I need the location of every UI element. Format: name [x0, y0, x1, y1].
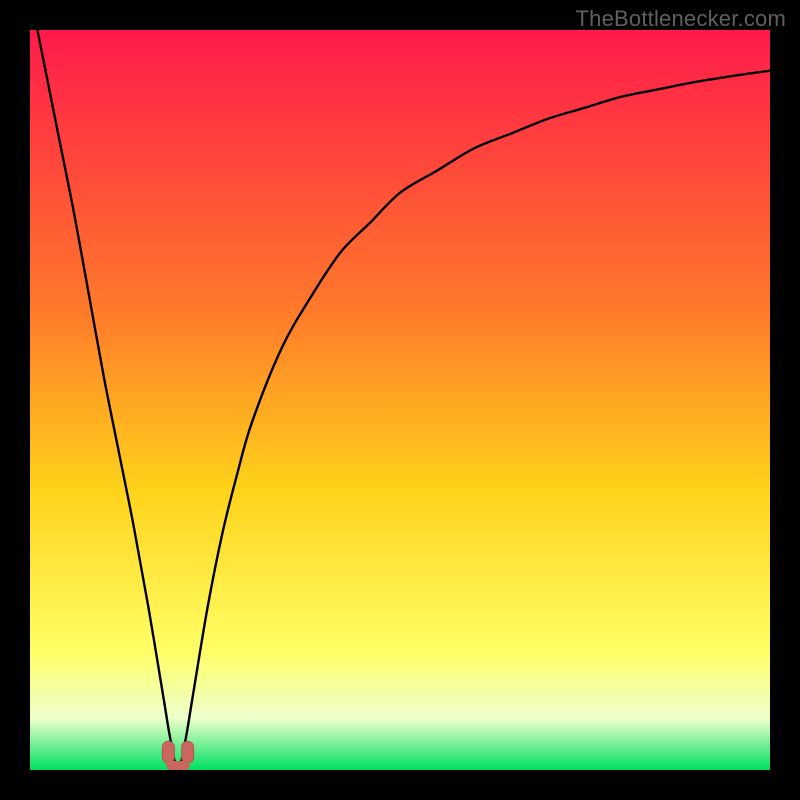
optimum-marker-base [166, 761, 189, 770]
optimum-marker [162, 741, 174, 763]
chart-frame: TheBottlenecker.com [0, 0, 800, 800]
chart-background [30, 30, 770, 770]
optimum-marker [182, 741, 194, 763]
bottleneck-chart [30, 30, 770, 770]
watermark-text: TheBottlenecker.com [576, 6, 786, 32]
